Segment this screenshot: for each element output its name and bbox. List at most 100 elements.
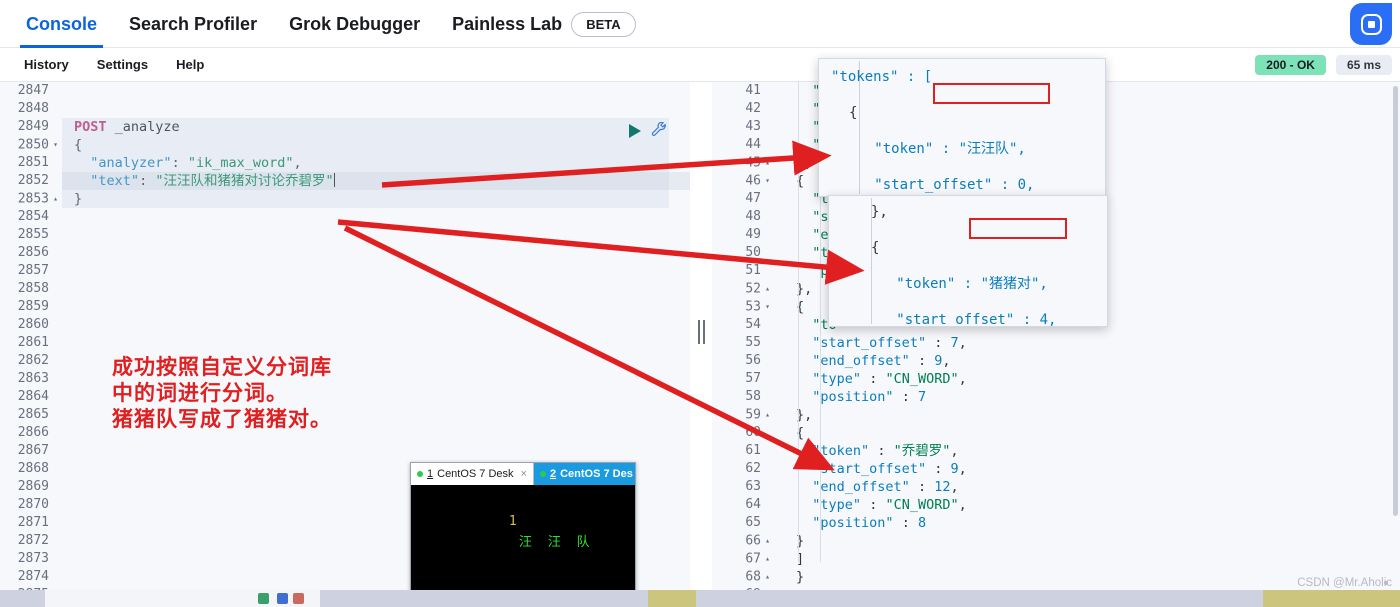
editor-line-2866[interactable]: 2866 — [0, 424, 690, 442]
editor-line-text-2858 — [62, 280, 690, 298]
response-gutter-65: 65 — [712, 514, 774, 532]
response-line-text-55: "start_offset" : 7, — [812, 335, 967, 351]
editor-line-2864[interactable]: 2864 — [0, 388, 690, 406]
subnav-item-settings[interactable]: Settings — [83, 57, 162, 72]
popup-one-code: "tokens" : [ { "token" : "汪汪队", "start_o… — [819, 59, 1105, 196]
popup-two-token-line: "token" : "猪猪对", — [871, 276, 1048, 292]
fold-down-icon[interactable]: ▾ — [761, 172, 770, 190]
editor-line-2860[interactable]: 2860 — [0, 316, 690, 334]
console-sub-navigation: History Settings Help 200 - OK 65 ms — [0, 48, 1400, 82]
pane-resize-handle[interactable] — [695, 320, 707, 344]
fold-up-icon[interactable]: ▴ — [761, 154, 770, 172]
response-gutter-67: 67 ▴ — [712, 550, 774, 568]
editor-line-2863[interactable]: 2863 — [0, 370, 690, 388]
editor-line-2847[interactable]: 2847 — [0, 82, 690, 100]
terminal-window[interactable]: 1 CentOS 7 Desk × 2 CentOS 7 Des 1 汪 汪 队 — [410, 462, 636, 590]
editor-gutter-2858: 2858 — [0, 280, 62, 298]
editor-line-2848[interactable]: 2848 — [0, 100, 690, 118]
response-line-text-58: "position" : 7 — [812, 389, 927, 405]
editor-gutter-2852: 2852 — [0, 172, 62, 190]
elastic-console-screenshot: Console Search Profiler Grok Debugger Pa… — [0, 0, 1400, 607]
editor-gutter-2848: 2848 — [0, 100, 62, 118]
fold-up-icon[interactable]: ▴ — [761, 568, 770, 586]
tab-grok-debugger-label: Grok Debugger — [289, 13, 421, 34]
wrench-icon[interactable] — [650, 122, 668, 140]
tab-painless-lab[interactable]: Painless Lab BETA — [436, 0, 652, 48]
fold-up-icon[interactable]: ▴ — [761, 532, 770, 550]
editor-line-2867[interactable]: 2867 — [0, 442, 690, 460]
tab-grok-debugger[interactable]: Grok Debugger — [273, 0, 436, 48]
editor-line-2854[interactable]: 2854 — [0, 208, 690, 226]
response-gutter-45: 45 ▴ — [712, 154, 774, 172]
response-line-text-64: "type" : "CN_WORD", — [812, 497, 967, 513]
terminal-output: 1 汪 汪 队 2 猪 猪 对 3 乔碧 罗 ~ ~ ~ — [411, 485, 635, 590]
editor-line-2858[interactable]: 2858 — [0, 280, 690, 298]
editor-line-text-2849: POST _analyze — [62, 118, 690, 136]
editor-gutter-2859: 2859 — [0, 298, 62, 316]
editor-line-text-2855 — [62, 226, 690, 244]
tab-search-profiler[interactable]: Search Profiler — [113, 0, 273, 48]
terminal-tab-1-num: 1 — [427, 468, 434, 480]
fold-down-icon[interactable]: ▾ — [761, 298, 770, 316]
taskbar-icon-a[interactable] — [258, 593, 269, 604]
taskbar-icon-b[interactable] — [277, 593, 288, 604]
play-icon[interactable] — [629, 124, 641, 138]
tab-search-profiler-label: Search Profiler — [129, 13, 258, 34]
editor-line-2851[interactable]: 2851 "analyzer": "ik_max_word", — [0, 154, 690, 172]
elastic-support-icon[interactable] — [1350, 3, 1392, 45]
response-gutter-68: 68 ▴ — [712, 568, 774, 586]
close-icon[interactable]: × — [521, 468, 527, 480]
editor-line-text-2853: } — [74, 191, 83, 207]
fold-down-icon[interactable]: ▾ — [49, 136, 58, 154]
editor-gutter-2868: 2868 — [0, 460, 62, 478]
editor-gutter-2870: 2870 — [0, 496, 62, 514]
request-editor-pane[interactable]: 2847 2848 2849 POST _analyze 2850 ▾{2851 "ana… — [0, 82, 690, 590]
editor-line-2855[interactable]: 2855 — [0, 226, 690, 244]
editor-line-2856[interactable]: 2856 — [0, 244, 690, 262]
editor-line-2861[interactable]: 2861 — [0, 334, 690, 352]
tab-console[interactable]: Console — [10, 0, 113, 48]
subnav-item-history[interactable]: History — [10, 57, 83, 72]
editor-line-2859[interactable]: 2859 — [0, 298, 690, 316]
response-scrollbar[interactable] — [1393, 86, 1398, 516]
terminal-tab-1[interactable]: 1 CentOS 7 Desk × — [411, 463, 534, 485]
response-line-text-62: "start_offset" : 9, — [812, 461, 967, 477]
os-taskbar[interactable] — [0, 590, 1400, 607]
editor-line-text-2850: { — [74, 137, 83, 153]
subnav-item-help[interactable]: Help — [162, 57, 218, 72]
terminal-line-2: 2 猪 猪 对 — [415, 574, 635, 590]
editor-line-2857[interactable]: 2857 — [0, 262, 690, 280]
watermark: CSDN @Mr.Aholic — [1297, 577, 1392, 589]
duration-badge: 65 ms — [1335, 55, 1392, 75]
response-line-text-60: { — [796, 425, 805, 441]
fold-up-icon[interactable]: ▴ — [761, 550, 770, 568]
editor-gutter-2853: 2853 ▴ — [0, 190, 62, 208]
editor-line-2853[interactable]: 2853 ▴} — [0, 190, 690, 208]
editor-scroll-nub — [1384, 581, 1388, 585]
pane-divider[interactable] — [690, 82, 712, 590]
editor-gutter-2854: 2854 — [0, 208, 62, 226]
editor-line-2849[interactable]: 2849 POST _analyze — [0, 118, 690, 136]
editor-gutter-2872: 2872 — [0, 532, 62, 550]
response-gutter-48: 48 — [712, 208, 774, 226]
response-line-62: 62 "start_offset" : 9, — [712, 460, 1400, 478]
terminal-tab-2[interactable]: 2 CentOS 7 Des — [533, 463, 635, 485]
response-gutter-59: 59 ▴ — [712, 406, 774, 424]
response-gutter-54: 54 — [712, 316, 774, 334]
fold-up-icon[interactable]: ▴ — [761, 280, 770, 298]
editor-gutter-2851: 2851 — [0, 154, 62, 172]
token-highlight-box-two — [969, 218, 1067, 239]
response-gutter-60: 60 — [712, 424, 774, 442]
fold-up-icon[interactable]: ▴ — [49, 190, 58, 208]
editor-line-2865[interactable]: 2865 — [0, 406, 690, 424]
editor-line-2852[interactable]: 2852 "text": "汪汪队和猪猪对讨论乔碧罗" — [0, 172, 690, 190]
taskbar-icon-c[interactable] — [293, 593, 304, 604]
response-gutter-62: 62 — [712, 460, 774, 478]
fold-up-icon[interactable]: ▴ — [761, 406, 770, 424]
editor-gutter-2871: 2871 — [0, 514, 62, 532]
response-gutter-63: 63 — [712, 478, 774, 496]
terminal-line-1-num: 1 — [508, 514, 517, 529]
editor-line-2850[interactable]: 2850 ▾ { — [0, 136, 690, 154]
editor-line-2862[interactable]: 2862 — [0, 352, 690, 370]
annotation-note: 成功按照自定义分词库 中的词进行分词。 猪猪队写成了猪猪对。 — [112, 355, 332, 431]
